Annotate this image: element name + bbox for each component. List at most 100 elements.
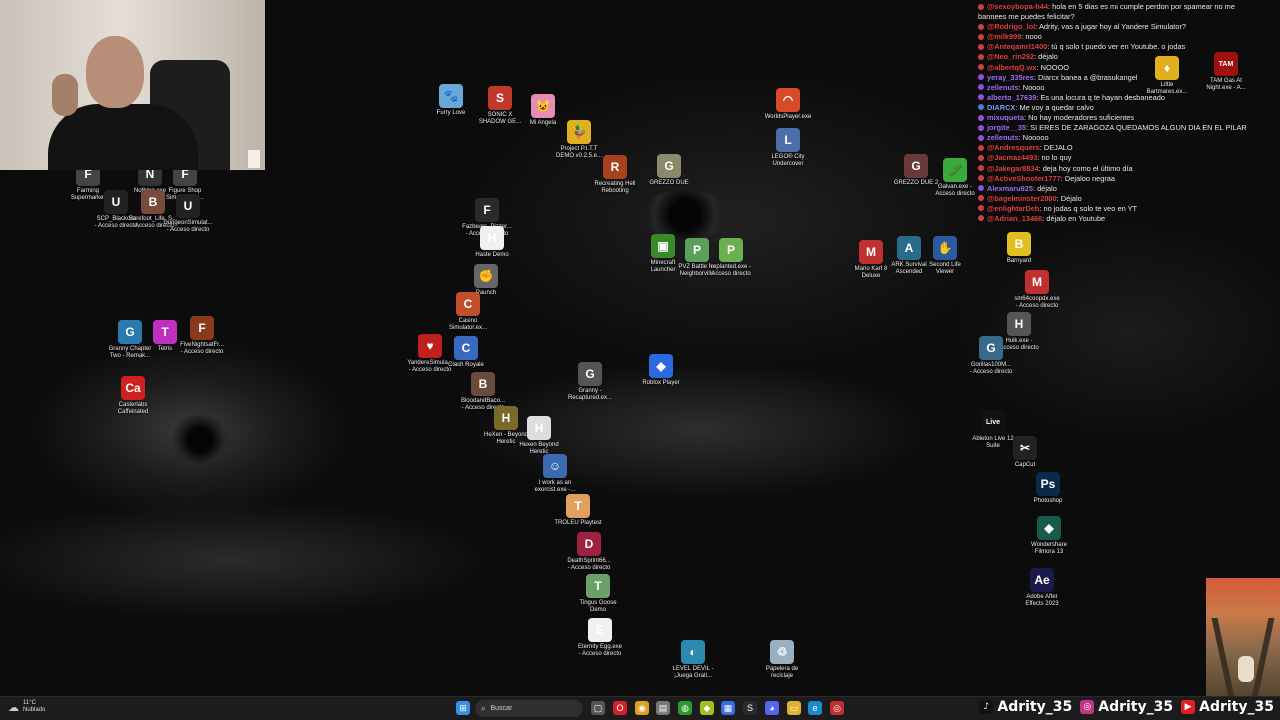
- desktop-icon-second-life[interactable]: ✋ Second Life Viewer: [914, 236, 976, 276]
- taskbar-obs-icon[interactable]: ◎: [830, 701, 844, 715]
- taskbar-pen-icon[interactable]: S: [743, 701, 757, 715]
- chat-message: @Rodrigo_lol: Adrity, vas a jugar hoy al…: [978, 22, 1278, 32]
- desktop-icon-recreating-hell[interactable]: R Recreating Hell Rebooting: [584, 155, 646, 195]
- taskbar-shield-icon[interactable]: ◆: [700, 701, 714, 715]
- desktop-icon-casterlabs[interactable]: Ca Casterlabs Caffeinated: [102, 376, 164, 416]
- desktop-icon-haste-demo[interactable]: H Haste Demo: [461, 226, 523, 259]
- taskbar-task-view-icon[interactable]: ▢: [591, 701, 605, 715]
- platform-icon: [978, 33, 984, 40]
- fazbears-icon: F: [475, 198, 499, 222]
- desktop-icon-capcut[interactable]: ✂ CapCut: [994, 436, 1056, 469]
- desktop-icon-casino[interactable]: C Casino Simulator.ex...: [437, 292, 499, 332]
- chat-text: : no lo quy: [1037, 153, 1072, 163]
- chat-text: : déjalo en Youtube: [1042, 213, 1106, 223]
- tiktok-icon: ♪: [979, 700, 994, 714]
- desktop-icon-barnyard[interactable]: B Barnyard: [988, 232, 1050, 265]
- chat-text: : Noooo: [1018, 82, 1045, 92]
- chat-message: jorgite__35: SI ERES DE ZARAGOZA QUEDAMO…: [978, 123, 1278, 133]
- webcam-lamp: [248, 150, 260, 168]
- desktop-icon-label: Haste Demo: [475, 252, 509, 258]
- desktop-icon-label: replanted.exe - Acceso directo: [710, 264, 752, 277]
- roblox-icon: ◆: [649, 354, 673, 378]
- webcam-person-hand: [52, 74, 78, 116]
- desktop-icon-project-pit[interactable]: 🦆 Project P.I.T.T DEMO v0.2.5.e...: [548, 120, 610, 160]
- chat-username: mixuqueta: [987, 113, 1024, 123]
- taskbar-files-icon[interactable]: ▤: [656, 701, 670, 715]
- desktop-icon-worldsplayer[interactable]: ◠ WorldsPlayer.exe: [757, 88, 819, 121]
- desktop-icon-tingus[interactable]: T Tingus Goose Demo: [567, 574, 629, 614]
- platform-icon: [978, 215, 984, 222]
- chat-username: zellenuts: [987, 82, 1019, 92]
- desktop-icon-deathsprint[interactable]: D DeathSprint66... - Acceso directo: [558, 532, 620, 572]
- youtube-icon: ▶: [1181, 700, 1196, 714]
- chat-username: @ActiveShooter1777: [987, 173, 1061, 183]
- taskbar-discord-icon[interactable]: ◕: [765, 701, 779, 715]
- desktop-icon-level-devil[interactable]: ◐ LEVEL DEVIL - ¡Juega Grati...: [662, 640, 724, 680]
- desktop-icon-fnaf[interactable]: F FiveNightsatFr... - Acceso directo: [171, 316, 233, 356]
- second-life-icon: ✋: [933, 236, 957, 260]
- photoshop-icon: Ps: [1036, 472, 1060, 496]
- chat-text: : Déjalo: [1056, 193, 1082, 203]
- chat-username: yeray_335res: [987, 72, 1034, 82]
- social-handle: Adrity_35: [997, 699, 1073, 715]
- worldsplayer-icon: ◠: [776, 88, 800, 112]
- desktop-icon-filmora[interactable]: ◆ Wondershare Filmora 13: [1018, 516, 1080, 556]
- weather-widget[interactable]: ☁ 11°C Nublado: [8, 700, 45, 714]
- taskbar-edge-icon[interactable]: e: [808, 701, 822, 715]
- chat-message: bannees me puedes felicitar?: [978, 12, 1278, 22]
- taskbar-search[interactable]: ⌕ Buscar: [475, 700, 583, 717]
- desktop-icon-photoshop[interactable]: Ps Photoshop: [1017, 472, 1079, 505]
- cloud-icon: ☁: [8, 701, 19, 714]
- desktop-icon-i-work-exorcist[interactable]: ☺ I work as an exorcist.exe -...: [524, 454, 586, 494]
- desktop-icon-gorillas[interactable]: G Gorillas100M... - Acceso directo: [960, 336, 1022, 376]
- desktop-icon-label: Galvan.exe - Acceso directo: [935, 184, 975, 197]
- desktop-icon-dungeon-sim[interactable]: U DungeonSimulat... - Acceso directo: [157, 194, 219, 234]
- social-handle: Adrity_35: [1199, 699, 1274, 715]
- chat-username: @Andresquers: [987, 143, 1040, 153]
- dungeon-sim-icon: U: [176, 194, 200, 218]
- chat-text: : deja hoy como el último día: [1038, 163, 1133, 173]
- chat-username: alberto_17639: [987, 92, 1037, 102]
- platform-icon: [978, 154, 984, 161]
- taskbar-chrome-icon[interactable]: ◉: [635, 701, 649, 715]
- barnyard-icon: B: [1007, 232, 1031, 256]
- runner-character: [1238, 656, 1254, 682]
- chat-username: @Jakegar8834: [987, 163, 1039, 173]
- taskbar-store-icon[interactable]: ▦: [721, 701, 735, 715]
- desktop-icon-galvan[interactable]: 🥒 Galvan.exe - Acceso directo: [924, 158, 986, 198]
- desktop-icon-roblox[interactable]: ◆ Roblox Player: [630, 354, 692, 387]
- search-placeholder: Buscar: [490, 705, 513, 712]
- taskbar-explorer-icon[interactable]: ▭: [787, 701, 801, 715]
- desktop-icon-grezzo-due[interactable]: G GREZZO DUE: [638, 154, 700, 187]
- desktop-icon-recycle-bin[interactable]: ♲ Papelera de reciclaje: [751, 640, 813, 680]
- desktop-icon-lego-city[interactable]: L LEGO® City Undercover: [757, 128, 819, 168]
- bloodandbacon-icon: B: [471, 372, 495, 396]
- chat-text: : nooo: [1021, 32, 1042, 42]
- taskbar-xbox-icon[interactable]: ◍: [678, 701, 692, 715]
- platform-icon: [978, 64, 984, 71]
- desktop-icon-eternity-egg[interactable]: E Eternity Egg.exe - Acceso directo: [569, 618, 631, 658]
- platform-icon: [978, 195, 984, 202]
- desktop-icon-heretic[interactable]: H Hexen Beyond Heretic: [508, 416, 570, 456]
- granny-recaptured-icon: G: [578, 362, 602, 386]
- taskbar-start-icon[interactable]: ⊞: [456, 701, 470, 715]
- desktop-icon-sm64[interactable]: Msm64coopdx.exe - Acceso directo: [1006, 270, 1068, 310]
- platform-icon: [978, 53, 984, 60]
- taskbar-opera-gx-icon[interactable]: O: [613, 701, 627, 715]
- desktop-icon-troleu[interactable]: T TROLEU Playtest: [547, 494, 609, 527]
- desktop-icon-after-effects[interactable]: Ae Adobe After Effects 2023: [1011, 568, 1073, 608]
- chat-username: @sexoybopa-h44: [987, 2, 1049, 11]
- weather-condition: Nublado: [23, 707, 46, 713]
- hulk-icon: H: [1007, 312, 1031, 336]
- platform-icon: [978, 84, 984, 91]
- social-youtube: ▶ Adrity_35: [1181, 699, 1274, 715]
- fnaf-icon: F: [190, 316, 214, 340]
- chat-message: @milk999: nooo: [978, 32, 1278, 42]
- desktop-icon-replanted[interactable]: Preplanted.exe - Acceso directo: [700, 238, 762, 278]
- desktop-icon-label: Recreating Hell Rebooting: [594, 181, 636, 194]
- rail-right: [1251, 618, 1275, 696]
- platform-icon: [978, 94, 984, 101]
- desktop-icon-granny-recaptured[interactable]: G Granny - Recaptured.ex...: [559, 362, 621, 402]
- platform-icon: [978, 185, 984, 192]
- desktop-icon-clash-royale[interactable]: C Clash Royale: [435, 336, 497, 369]
